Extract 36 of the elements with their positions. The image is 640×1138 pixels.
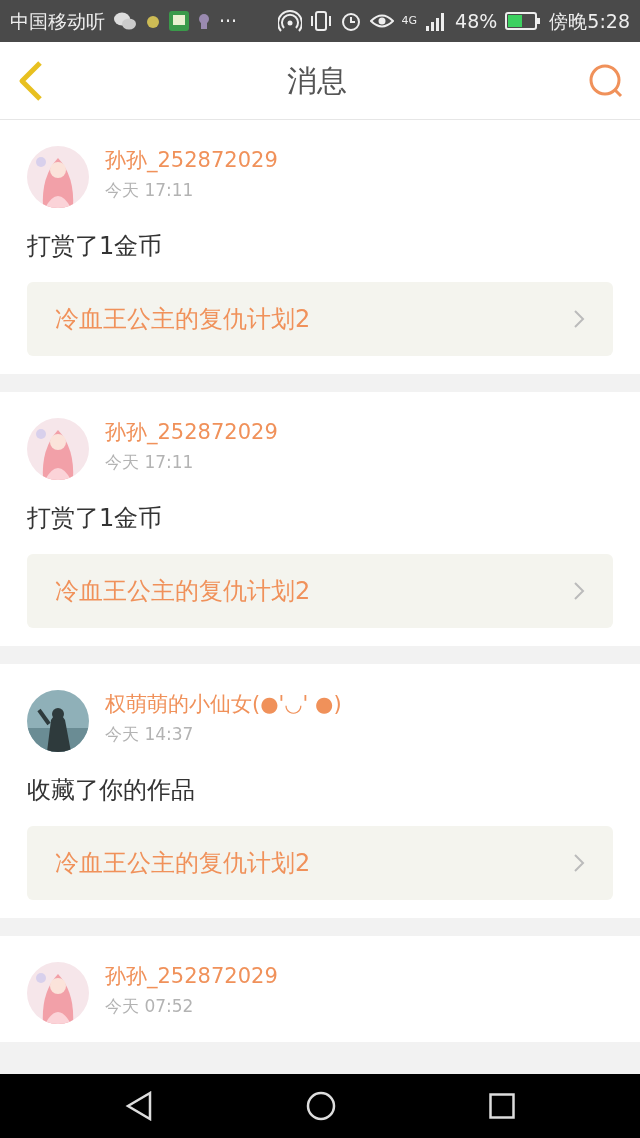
chevron-right-icon	[573, 309, 585, 329]
app-icon	[169, 11, 189, 31]
work-link[interactable]: 冷血王公主的复仇计划2	[27, 826, 613, 900]
message-text: 打赏了1金币	[27, 231, 164, 262]
message-text: 打赏了1金币	[27, 503, 164, 534]
network-label: 4G	[401, 12, 418, 29]
page-title: 消息	[287, 62, 347, 100]
work-link[interactable]: 冷血王公主的复仇计划2	[27, 554, 613, 628]
timestamp: 今天 17:11	[105, 179, 195, 202]
user-name[interactable]: 孙孙_252872029	[105, 962, 278, 990]
eye-icon	[369, 12, 394, 30]
hotspot-icon	[277, 10, 302, 32]
work-title: 冷血王公主的复仇计划2	[55, 576, 311, 607]
battery-percent: 48%	[455, 8, 498, 34]
user-name[interactable]: 权萌萌的小仙女(●'◡' ●)	[105, 690, 342, 718]
battery-icon	[505, 12, 542, 30]
chevron-right-icon	[573, 853, 585, 873]
alarm-icon	[339, 10, 362, 32]
chat-icon	[113, 11, 137, 31]
work-title: 冷血王公主的复仇计划2	[55, 848, 311, 879]
timestamp: 今天 07:52	[105, 995, 195, 1018]
vibrate-icon	[309, 10, 332, 32]
message-text: 收藏了你的作品	[27, 775, 196, 806]
timestamp: 今天 17:11	[105, 451, 195, 474]
work-title: 冷血王公主的复仇计划2	[55, 304, 311, 335]
carrier-name: 中国移动听	[10, 8, 105, 34]
work-link[interactable]: 冷血王公主的复仇计划2	[27, 282, 613, 356]
timestamp: 今天 14:37	[105, 723, 195, 746]
home-icon[interactable]	[306, 1091, 336, 1121]
chevron-right-icon	[573, 581, 585, 601]
back-icon[interactable]	[124, 1091, 153, 1121]
user-name[interactable]: 孙孙_252872029	[105, 146, 278, 174]
more-text: ···	[219, 8, 238, 34]
recents-icon[interactable]	[489, 1093, 516, 1119]
user-name[interactable]: 孙孙_252872029	[105, 418, 278, 446]
clock-time: 傍晚5:28	[549, 8, 630, 34]
